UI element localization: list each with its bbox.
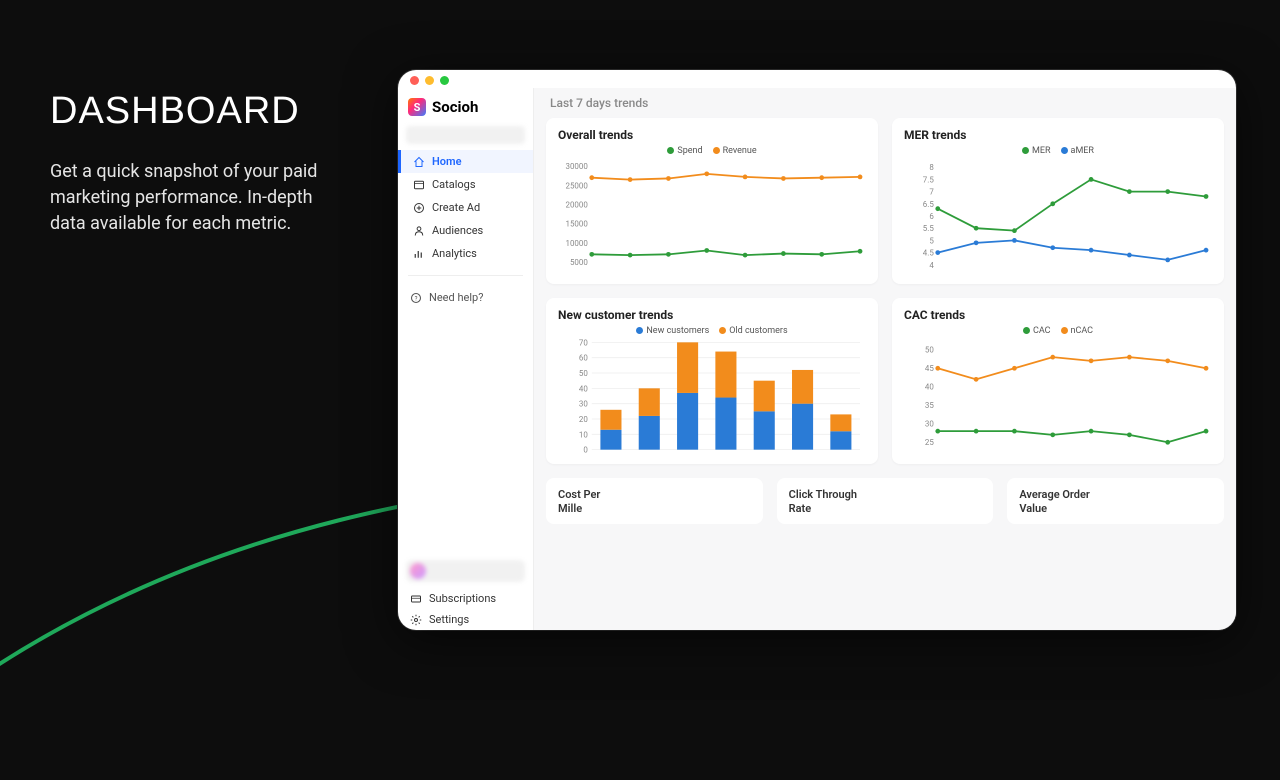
sidebar-item-home[interactable]: Home xyxy=(398,150,533,173)
chart-svg: 25 30 35 40 45 50 xyxy=(904,338,1212,456)
sidebar-item-label: Home xyxy=(432,155,462,168)
sidebar-item-catalogs[interactable]: Catalogs xyxy=(398,173,533,196)
svg-text:10: 10 xyxy=(579,430,588,439)
account-selector[interactable] xyxy=(406,126,525,144)
svg-text:30: 30 xyxy=(925,420,934,429)
svg-text:40: 40 xyxy=(579,384,588,393)
svg-text:4.5: 4.5 xyxy=(923,249,935,258)
svg-text:6.5: 6.5 xyxy=(923,200,935,209)
chart-svg: 5000 10000 15000 20000 25000 30000 xyxy=(558,158,866,276)
svg-text:60: 60 xyxy=(579,354,588,363)
chart-legend: SpendRevenue xyxy=(558,146,866,156)
create-icon xyxy=(413,202,425,214)
svg-text:20: 20 xyxy=(579,415,588,424)
help-label: Need help? xyxy=(429,291,483,304)
window-titlebar xyxy=(398,70,1236,88)
close-icon[interactable] xyxy=(410,76,419,85)
minimize-icon[interactable] xyxy=(425,76,434,85)
chart-svg: 0 10 20 30 40 50 60 70 xyxy=(558,338,866,456)
svg-text:6: 6 xyxy=(929,212,934,221)
sidebar-item-label: Settings xyxy=(429,613,469,626)
chart-title: CAC trends xyxy=(904,308,1212,322)
sidebar-item-audiences[interactable]: Audiences xyxy=(398,219,533,242)
svg-text:40: 40 xyxy=(925,383,934,392)
analytics-icon xyxy=(413,248,425,260)
brand-logo-icon: S xyxy=(408,98,426,116)
sidebar-item-settings[interactable]: Settings xyxy=(398,609,533,630)
svg-text:45: 45 xyxy=(925,364,934,373)
svg-text:50: 50 xyxy=(925,346,934,355)
chart-card-mer: MER trends MERaMER 4 4.5 5 5.5 6 6.5 7 7.5 8 xyxy=(892,118,1224,284)
svg-text:7.5: 7.5 xyxy=(923,175,935,184)
section-title: Last 7 days trends xyxy=(550,96,1224,110)
svg-text:20000: 20000 xyxy=(565,200,588,209)
sidebar-item-label: Catalogs xyxy=(432,178,476,191)
svg-text:25: 25 xyxy=(925,438,934,447)
promo-subtitle: Get a quick snapshot of your paid market… xyxy=(50,159,350,237)
brand-name: Socioh xyxy=(432,98,478,116)
metric-name: Average OrderValue xyxy=(1019,488,1212,517)
chart-svg: 4 4.5 5 5.5 6 6.5 7 7.5 8 xyxy=(904,158,1212,276)
subs-icon xyxy=(410,593,422,605)
metric-card-cost-per-mille[interactable]: Cost PerMille xyxy=(546,478,763,524)
sidebar-item-analytics[interactable]: Analytics xyxy=(398,242,533,265)
brand: S Socioh xyxy=(398,94,533,126)
svg-text:?: ? xyxy=(415,295,418,302)
svg-text:5: 5 xyxy=(929,236,934,245)
svg-text:30000: 30000 xyxy=(565,162,588,171)
svg-text:8: 8 xyxy=(929,163,934,172)
chart-title: New customer trends xyxy=(558,308,866,322)
svg-text:70: 70 xyxy=(579,338,588,347)
sidebar-item-label: Subscriptions xyxy=(429,592,496,605)
help-icon: ? xyxy=(410,292,422,304)
svg-text:25000: 25000 xyxy=(565,181,588,190)
svg-text:0: 0 xyxy=(583,446,588,455)
avatar xyxy=(410,563,426,579)
home-icon xyxy=(413,156,425,168)
chart-card-cac: CAC trends CACnCAC 25 30 35 40 45 50 xyxy=(892,298,1224,464)
chart-card-new_customers: New customer trends New customersOld cust… xyxy=(546,298,878,464)
sidebar-item-subscriptions[interactable]: Subscriptions xyxy=(398,588,533,609)
sidebar-item-label: Analytics xyxy=(432,247,477,260)
audiences-icon xyxy=(413,225,425,237)
main-nav: Home Catalogs Create Ad Audiences Analytics xyxy=(398,150,533,265)
chart-legend: New customersOld customers xyxy=(558,326,866,336)
metric-card-click-through-rate[interactable]: Click ThroughRate xyxy=(777,478,994,524)
svg-text:5000: 5000 xyxy=(570,258,588,267)
svg-text:10000: 10000 xyxy=(565,239,588,248)
sidebar-item-label: Create Ad xyxy=(432,201,480,214)
maximize-icon[interactable] xyxy=(440,76,449,85)
chart-card-overall: Overall trends SpendRevenue 5000 10000 15000… xyxy=(546,118,878,284)
main-content: Last 7 days trends Overall trends SpendRe… xyxy=(534,88,1236,630)
divider xyxy=(408,275,523,276)
sidebar-item-create-ad[interactable]: Create Ad xyxy=(398,196,533,219)
catalogs-icon xyxy=(413,179,425,191)
chart-legend: MERaMER xyxy=(904,146,1212,156)
svg-text:7: 7 xyxy=(929,188,934,197)
chart-title: MER trends xyxy=(904,128,1212,142)
chart-title: Overall trends xyxy=(558,128,866,142)
metric-name: Click ThroughRate xyxy=(789,488,982,517)
user-card[interactable] xyxy=(406,560,525,582)
svg-text:5.5: 5.5 xyxy=(923,224,935,233)
app-window: S Socioh Home Catalogs Create Ad Audiences A… xyxy=(398,70,1236,630)
chart-legend: CACnCAC xyxy=(904,326,1212,336)
sidebar: S Socioh Home Catalogs Create Ad Audiences A… xyxy=(398,88,534,630)
sidebar-item-label: Audiences xyxy=(432,224,483,237)
need-help-link[interactable]: ? Need help? xyxy=(398,286,533,309)
metric-card-average-order-value[interactable]: Average OrderValue xyxy=(1007,478,1224,524)
svg-text:30: 30 xyxy=(579,400,588,409)
settings-icon xyxy=(410,614,422,626)
svg-text:15000: 15000 xyxy=(565,220,588,229)
promo-title: DASHBOARD xyxy=(50,90,350,133)
metric-name: Cost PerMille xyxy=(558,488,751,517)
svg-text:50: 50 xyxy=(579,369,588,378)
svg-text:35: 35 xyxy=(925,401,934,410)
svg-text:4: 4 xyxy=(929,261,934,270)
